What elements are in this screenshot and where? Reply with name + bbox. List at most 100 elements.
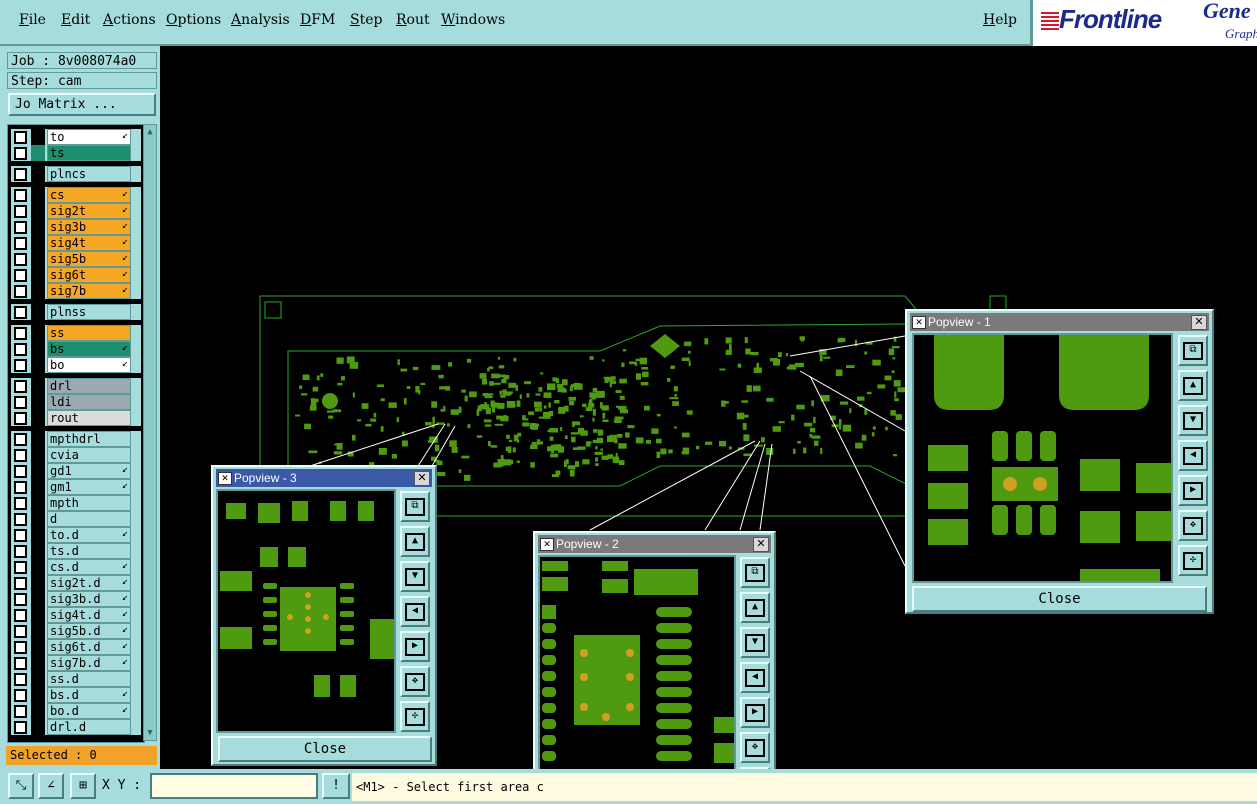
layer-color-swatch[interactable]: [31, 703, 45, 719]
layer-row-sig7b-d[interactable]: sig7b.d ↙: [11, 655, 141, 671]
pan-left-icon[interactable]: ◀: [1178, 440, 1208, 471]
layer-name[interactable]: sig2t: [47, 203, 131, 219]
zoom-out-icon[interactable]: ✣: [400, 701, 430, 732]
layer-color-swatch[interactable]: [31, 145, 45, 161]
layer-color-swatch[interactable]: [31, 394, 45, 410]
layer-color-swatch[interactable]: [31, 719, 45, 735]
menu-rout[interactable]: Rout: [396, 12, 430, 28]
layer-checkbox[interactable]: [14, 545, 27, 558]
layer-row-rout[interactable]: rout: [11, 410, 141, 426]
layer-color-swatch[interactable]: [31, 304, 45, 320]
prompt-button[interactable]: !: [322, 773, 350, 799]
layer-checkbox[interactable]: [14, 147, 27, 160]
layer-name[interactable]: ts.d: [47, 543, 131, 559]
layer-row-drl-d[interactable]: drl.d: [11, 719, 141, 735]
layer-row-sig2t-d[interactable]: sig2t.d ↙: [11, 575, 141, 591]
layer-row-mpth[interactable]: mpth: [11, 495, 141, 511]
layer-row-cs-d[interactable]: cs.d ↙: [11, 559, 141, 575]
layer-checkbox[interactable]: [14, 657, 27, 670]
layer-color-swatch[interactable]: [31, 431, 45, 447]
layer-name[interactable]: sig5b.d: [47, 623, 131, 639]
layer-row-sig3b[interactable]: sig3b ↙: [11, 219, 141, 235]
layer-name[interactable]: sig3b.d: [47, 591, 131, 607]
layer-color-swatch[interactable]: [31, 495, 45, 511]
layer-checkbox[interactable]: [14, 412, 27, 425]
grid-tool-icon[interactable]: ⊞: [70, 773, 96, 799]
layer-color-swatch[interactable]: [31, 166, 45, 182]
layer-color-swatch[interactable]: [31, 283, 45, 299]
layer-row-ldi[interactable]: ldi: [11, 394, 141, 410]
layer-row-sig5b[interactable]: sig5b ↙: [11, 251, 141, 267]
menu-file[interactable]: File: [19, 12, 46, 28]
layer-checkbox[interactable]: [14, 497, 27, 510]
layer-checkbox[interactable]: [14, 465, 27, 478]
layer-name[interactable]: sig2t.d: [47, 575, 131, 591]
layer-name[interactable]: ts: [47, 145, 131, 161]
pan-right-icon[interactable]: ▶: [740, 697, 770, 728]
layer-row-cs[interactable]: cs ↙: [11, 187, 141, 203]
menu-options[interactable]: Options: [166, 12, 221, 28]
layer-name[interactable]: d: [47, 511, 131, 527]
layer-name[interactable]: to.d: [47, 527, 131, 543]
layer-color-swatch[interactable]: [31, 671, 45, 687]
layer-row-sig4t[interactable]: sig4t ↙: [11, 235, 141, 251]
layer-row-sig6t-d[interactable]: sig6t.d ↙: [11, 639, 141, 655]
layer-checkbox[interactable]: [14, 529, 27, 542]
layer-checkbox[interactable]: [14, 306, 27, 319]
layer-name[interactable]: sig4t.d: [47, 607, 131, 623]
layer-name[interactable]: ss: [47, 325, 131, 341]
layer-row-sig6t[interactable]: sig6t ↙: [11, 267, 141, 283]
layer-checkbox[interactable]: [14, 577, 27, 590]
layer-name[interactable]: to: [47, 129, 131, 145]
pan-right-icon[interactable]: ▶: [400, 631, 430, 662]
layer-checkbox[interactable]: [14, 625, 27, 638]
popview-1-view[interactable]: [912, 333, 1173, 583]
layer-name[interactable]: sig6t: [47, 267, 131, 283]
close-icon[interactable]: ✕: [753, 537, 769, 552]
layer-name[interactable]: ldi: [47, 394, 131, 410]
layer-row-ts[interactable]: ts: [11, 145, 141, 161]
layer-checkbox[interactable]: [14, 705, 27, 718]
layer-row-bo-d[interactable]: bo.d ↙: [11, 703, 141, 719]
layer-row-sig5b-d[interactable]: sig5b.d ↙: [11, 623, 141, 639]
layer-row-bs[interactable]: bs ↙: [11, 341, 141, 357]
layer-color-swatch[interactable]: [31, 559, 45, 575]
pan-left-icon[interactable]: ◀: [400, 596, 430, 627]
layer-row-d[interactable]: d: [11, 511, 141, 527]
layer-color-swatch[interactable]: [31, 447, 45, 463]
layer-color-swatch[interactable]: [31, 267, 45, 283]
layer-color-swatch[interactable]: [31, 575, 45, 591]
layer-row-to-d[interactable]: to.d ↙: [11, 527, 141, 543]
zoom-out-icon[interactable]: ✣: [1178, 545, 1208, 576]
layer-checkbox[interactable]: [14, 593, 27, 606]
layer-checkbox[interactable]: [14, 168, 27, 181]
pan-down-icon[interactable]: ▼: [1178, 405, 1208, 436]
xy-input[interactable]: [150, 773, 318, 799]
menu-windows[interactable]: Windows: [441, 12, 505, 28]
layer-checkbox[interactable]: [14, 396, 27, 409]
layer-row-to[interactable]: to ↙: [11, 129, 141, 145]
layer-color-swatch[interactable]: [31, 235, 45, 251]
layer-checkbox[interactable]: [14, 253, 27, 266]
layer-name[interactable]: sig3b: [47, 219, 131, 235]
layer-name[interactable]: cs: [47, 187, 131, 203]
layer-color-swatch[interactable]: [31, 463, 45, 479]
layer-name[interactable]: mpth: [47, 495, 131, 511]
layer-row-drl[interactable]: drl: [11, 378, 141, 394]
layer-row-bo[interactable]: bo ↙: [11, 357, 141, 373]
layer-name[interactable]: bo.d: [47, 703, 131, 719]
close-icon[interactable]: ✕: [414, 471, 430, 486]
window-menu-icon[interactable]: ✕: [912, 316, 926, 329]
layer-name[interactable]: sig7b.d: [47, 655, 131, 671]
layer-checkbox[interactable]: [14, 513, 27, 526]
pan-up-icon[interactable]: ▲: [740, 592, 770, 623]
popview-3-titlebar[interactable]: ✕ Popview - 3 ✕: [216, 469, 432, 487]
layer-color-swatch[interactable]: [31, 687, 45, 703]
layer-checkbox[interactable]: [14, 561, 27, 574]
layer-name[interactable]: plncs: [47, 166, 131, 182]
layer-name[interactable]: cvia: [47, 447, 131, 463]
layer-checkbox[interactable]: [14, 189, 27, 202]
popview-2-view[interactable]: [538, 555, 736, 803]
layer-checkbox[interactable]: [14, 131, 27, 144]
layer-color-swatch[interactable]: [31, 479, 45, 495]
